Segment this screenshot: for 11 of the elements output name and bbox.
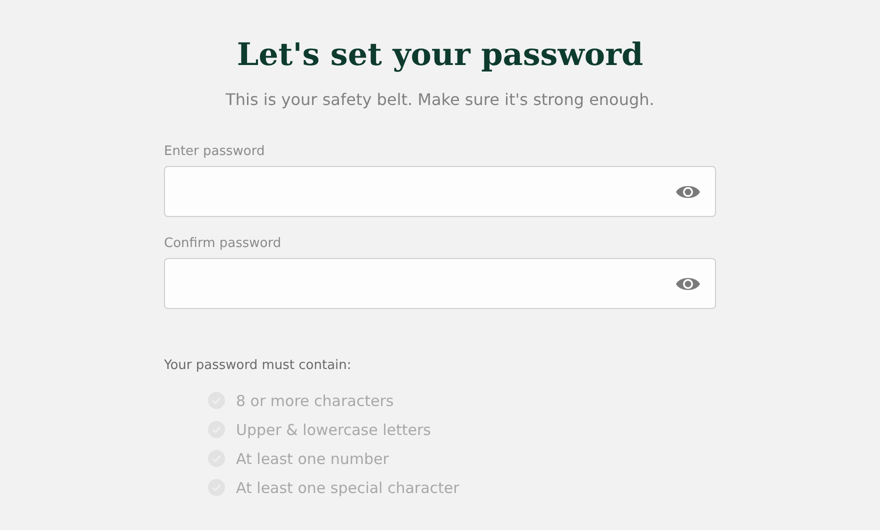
field-label: Confirm password <box>164 236 282 252</box>
requirements-heading: Your password must contain: <box>164 358 352 374</box>
requirement-text: Upper & lowercase letters <box>236 420 431 438</box>
subtitle: This is your safety belt. Make sure it's strong enough. <box>226 89 654 111</box>
requirement-text: At least one number <box>236 450 389 468</box>
password-field[interactable] <box>164 258 716 309</box>
password-field[interactable] <box>164 166 716 217</box>
page-title: Let's set your password <box>236 36 644 75</box>
requirement-text: At least one special character <box>236 478 460 496</box>
requirement-text: 8 or more characters <box>236 392 394 410</box>
field-label: Enter password <box>164 144 266 160</box>
